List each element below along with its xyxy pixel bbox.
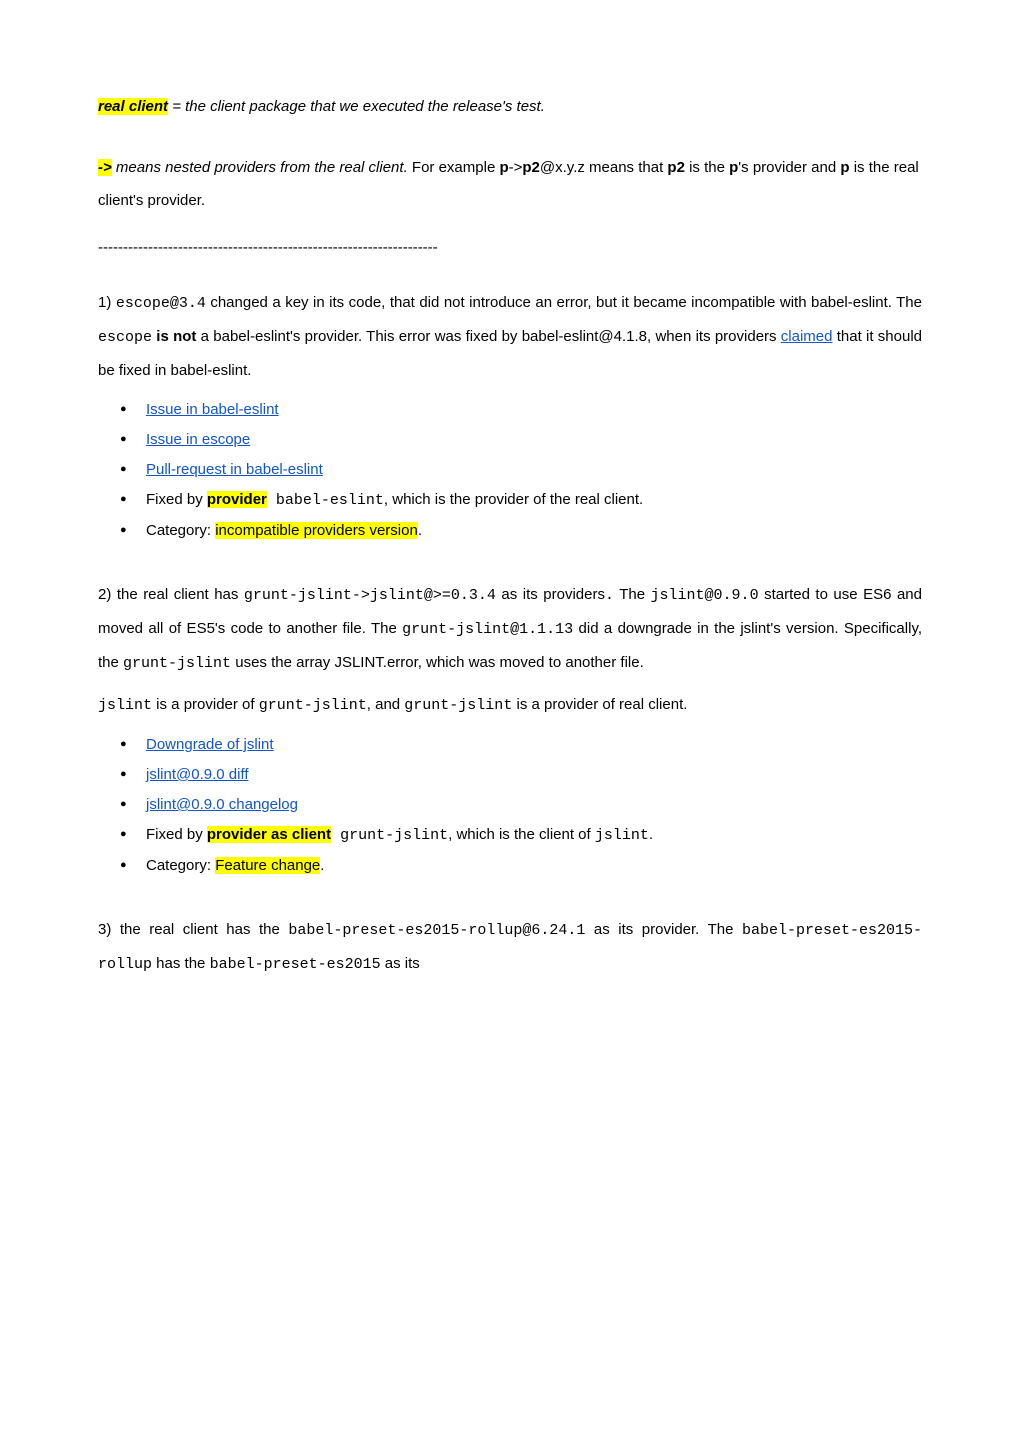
link-jslint-diff[interactable]: jslint@0.9.0 diff bbox=[146, 766, 249, 783]
list-item: Category: Feature change. bbox=[146, 851, 922, 881]
link-pr-babel-eslint[interactable]: Pull-request in babel-eslint bbox=[146, 461, 323, 478]
item-3: 3) the real client has the babel-preset-… bbox=[98, 913, 922, 981]
term-arrow: -> bbox=[98, 159, 112, 176]
list-item: Category: incompatible providers version… bbox=[146, 516, 922, 546]
list-item: Fixed by provider as client grunt-jslint… bbox=[146, 820, 922, 851]
fixed-by-label: provider bbox=[207, 491, 267, 508]
list-item: Issue in escope bbox=[146, 425, 922, 455]
list-item: Fixed by provider babel-eslint, which is… bbox=[146, 485, 922, 516]
code-text: grunt-jslint bbox=[123, 655, 231, 672]
code-text: grunt-jslint@1.1.13 bbox=[402, 621, 573, 638]
term-real-client: real client bbox=[98, 98, 168, 115]
code-text: jslint@0.9.0 bbox=[651, 587, 759, 604]
code-text: escope bbox=[98, 329, 152, 346]
list-item: jslint@0.9.0 diff bbox=[146, 760, 922, 790]
def-real-client: = the client package that we executed th… bbox=[168, 98, 545, 115]
item-2: 2) the real client has grunt-jslint->jsl… bbox=[98, 578, 922, 881]
list-item: Downgrade of jslint bbox=[146, 730, 922, 760]
code-text: grunt-jslint bbox=[259, 697, 367, 714]
link-issue-babel-eslint[interactable]: Issue in babel-eslint bbox=[146, 401, 279, 418]
code-text: babel-preset-es2015 bbox=[210, 956, 381, 973]
item-1-bullets: Issue in babel-eslint Issue in escope Pu… bbox=[98, 395, 922, 546]
link-issue-escope[interactable]: Issue in escope bbox=[146, 431, 250, 448]
code-text: jslint bbox=[98, 697, 152, 714]
definition-real-client: real client = the client package that we… bbox=[98, 90, 922, 123]
fixed-by-label: provider as client bbox=[207, 826, 331, 843]
code-text: escope@3.4 bbox=[116, 295, 206, 312]
code-text: grunt-jslint bbox=[404, 697, 512, 714]
divider: ----------------------------------------… bbox=[98, 237, 922, 258]
code-text: . bbox=[605, 587, 614, 604]
item-2-bullets: Downgrade of jslint jslint@0.9.0 diff js… bbox=[98, 730, 922, 881]
list-item: Issue in babel-eslint bbox=[146, 395, 922, 425]
link-jslint-changelog[interactable]: jslint@0.9.0 changelog bbox=[146, 796, 298, 813]
inline-link[interactable]: claimed bbox=[781, 328, 833, 345]
list-item: Pull-request in babel-eslint bbox=[146, 455, 922, 485]
item-2-body: 2) the real client has grunt-jslint->jsl… bbox=[98, 578, 922, 680]
definition-arrow: -> means nested providers from the real … bbox=[98, 151, 922, 217]
link-downgrade-jslint[interactable]: Downgrade of jslint bbox=[146, 736, 274, 753]
item-1: 1) escope@3.4 changed a key in its code,… bbox=[98, 286, 922, 546]
item-2-body2: jslint is a provider of grunt-jslint, an… bbox=[98, 688, 922, 722]
list-item: jslint@0.9.0 changelog bbox=[146, 790, 922, 820]
category-label: incompatible providers version bbox=[215, 522, 418, 539]
code-text: babel-preset-es2015-rollup@6.24.1 bbox=[288, 922, 585, 939]
document-page: real client = the client package that we… bbox=[0, 0, 1020, 1073]
code-text: grunt-jslint->jslint@>=0.3.4 bbox=[244, 587, 496, 604]
category-label: Feature change bbox=[215, 857, 320, 874]
item-1-body: 1) escope@3.4 changed a key in its code,… bbox=[98, 286, 922, 387]
